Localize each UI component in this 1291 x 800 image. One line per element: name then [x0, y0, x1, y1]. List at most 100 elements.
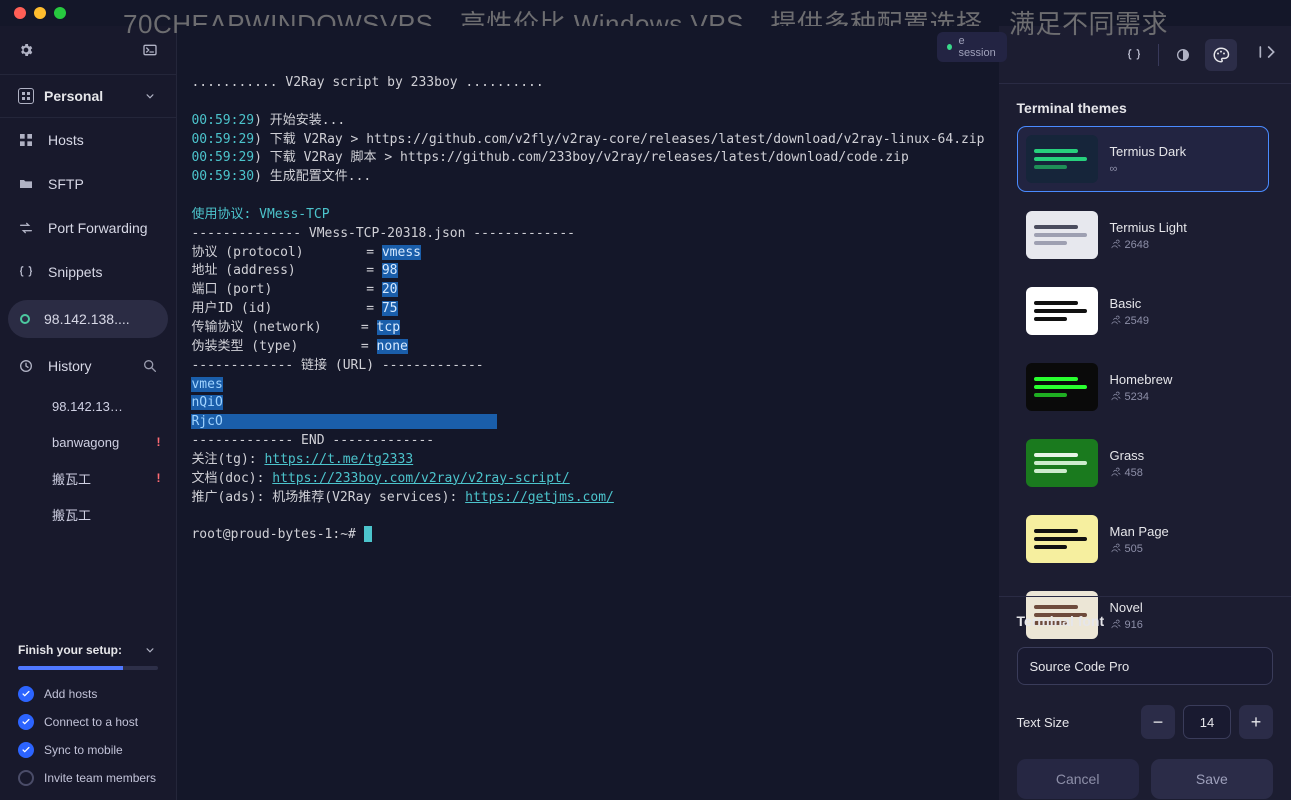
- nav-list: Hosts SFTP Port Forwarding Snippets 98.1…: [0, 118, 176, 532]
- nav-hosts[interactable]: Hosts: [0, 118, 176, 162]
- check-icon: [18, 686, 34, 702]
- theme-option[interactable]: Termius Dark ∞: [1017, 126, 1269, 192]
- status-dot-icon: [20, 314, 30, 324]
- circle-icon: [18, 770, 34, 786]
- snippets-panel-button[interactable]: [1118, 39, 1150, 71]
- setup-item[interactable]: Add hosts: [18, 680, 158, 708]
- theme-name: Grass: [1110, 448, 1145, 463]
- theme-name: Homebrew: [1110, 372, 1173, 387]
- theme-name: Termius Dark: [1110, 144, 1187, 159]
- text-size-stepper: − 14 +: [1141, 705, 1273, 739]
- workspace-selector[interactable]: Personal: [0, 74, 176, 118]
- size-value[interactable]: 14: [1183, 705, 1231, 739]
- font-title: Terminal font: [1017, 613, 1273, 629]
- grid-icon: [18, 132, 34, 148]
- warning-icon: !: [156, 471, 160, 485]
- setup-item[interactable]: Invite team members: [18, 764, 158, 792]
- nav-active-session[interactable]: 98.142.138....: [8, 300, 168, 338]
- theme-option[interactable]: Grass 458: [1017, 430, 1269, 496]
- chevron-down-icon[interactable]: [142, 642, 158, 658]
- nav-label: Port Forwarding: [48, 220, 158, 236]
- terminal-output: ........... V2Ray script by 233boy .....…: [177, 26, 998, 545]
- zoom-window-icon[interactable]: [54, 7, 66, 19]
- clock-icon: [18, 358, 34, 374]
- nav-label: History: [48, 358, 128, 374]
- theme-thumbnail: [1026, 515, 1098, 563]
- setup-item[interactable]: Sync to mobile: [18, 736, 158, 764]
- nav-sftp[interactable]: SFTP: [0, 162, 176, 206]
- nav-label: Snippets: [48, 264, 158, 280]
- theme-option[interactable]: Basic 2549: [1017, 278, 1269, 344]
- setup-item[interactable]: Connect to a host: [18, 708, 158, 736]
- theme-usage: 458: [1110, 467, 1145, 479]
- setup-item-label: Sync to mobile: [44, 743, 123, 757]
- status-dot-icon: [947, 44, 952, 50]
- nav-snippets[interactable]: Snippets: [0, 250, 176, 294]
- history-item[interactable]: 搬瓦工: [0, 496, 176, 532]
- decrease-button[interactable]: −: [1141, 705, 1175, 739]
- setup-title: Finish your setup:: [18, 643, 122, 657]
- check-icon: [18, 714, 34, 730]
- history-item[interactable]: 98.142.13…: [0, 388, 176, 424]
- theme-option[interactable]: Man Page 505: [1017, 506, 1269, 572]
- palette-button[interactable]: [1205, 39, 1237, 71]
- link[interactable]: https://233boy.com/v2ray/v2ray-script/: [272, 471, 569, 486]
- increase-button[interactable]: +: [1239, 705, 1273, 739]
- theme-usage: 2549: [1110, 315, 1149, 327]
- themes-title: Terminal themes: [1017, 100, 1273, 116]
- divider: [1158, 44, 1159, 66]
- braces-icon: [18, 264, 34, 280]
- workspace-name: Personal: [44, 88, 132, 104]
- new-terminal-icon[interactable]: [142, 42, 158, 58]
- minimize-window-icon[interactable]: [34, 7, 46, 19]
- folder-icon: [18, 176, 34, 192]
- history-item[interactable]: banwagong!: [0, 424, 176, 460]
- nav-label: SFTP: [48, 176, 158, 192]
- link[interactable]: https://getjms.com/: [465, 490, 614, 505]
- session-label: 搬瓦工: [52, 469, 91, 488]
- setup-progress: [18, 666, 158, 670]
- theme-thumbnail: [1026, 363, 1098, 411]
- theme-option[interactable]: Termius Light 2648: [1017, 202, 1269, 268]
- gear-icon[interactable]: [18, 42, 34, 58]
- terminal-tab[interactable]: e session: [937, 32, 1006, 62]
- theme-thumbnail: [1026, 135, 1098, 183]
- nav-history[interactable]: History: [0, 344, 176, 388]
- session-label: banwagong: [52, 435, 119, 450]
- session-ip: 98.142.138....: [44, 311, 156, 327]
- font-select[interactable]: [1017, 647, 1273, 685]
- theme-name: Man Page: [1110, 524, 1169, 539]
- setup-item-label: Invite team members: [44, 771, 156, 785]
- search-icon[interactable]: [142, 358, 158, 374]
- collapse-panel-icon[interactable]: [1257, 42, 1277, 67]
- theme-option[interactable]: Homebrew 5234: [1017, 354, 1269, 420]
- theme-usage: 505: [1110, 543, 1169, 555]
- check-icon: [18, 742, 34, 758]
- nav-port-forwarding[interactable]: Port Forwarding: [0, 206, 176, 250]
- workspace-icon: [18, 88, 34, 104]
- close-window-icon[interactable]: [14, 7, 26, 19]
- window-titlebar: [0, 0, 1291, 26]
- history-item[interactable]: 搬瓦工!: [0, 460, 176, 496]
- theme-name: Termius Light: [1110, 220, 1187, 235]
- theme-thumbnail: [1026, 287, 1098, 335]
- terminal-pane[interactable]: e session ........... V2Ray script by 23…: [177, 26, 998, 800]
- setup-item-label: Connect to a host: [44, 715, 138, 729]
- nav-label: Hosts: [48, 132, 158, 148]
- link[interactable]: https://t.me/tg2333: [264, 452, 413, 467]
- setup-section: Finish your setup: Add hosts Connect to a…: [0, 628, 176, 800]
- chevron-down-icon: [142, 88, 158, 104]
- tab-label: e session: [958, 35, 996, 59]
- setup-item-label: Add hosts: [44, 687, 97, 701]
- save-button[interactable]: Save: [1151, 759, 1273, 799]
- arrows-icon: [18, 220, 34, 236]
- session-label: 98.142.13…: [52, 399, 123, 414]
- contrast-button[interactable]: [1167, 39, 1199, 71]
- theme-panel: Terminal themes Termius Dark ∞ Termius L…: [999, 26, 1291, 800]
- theme-thumbnail: [1026, 211, 1098, 259]
- cancel-button[interactable]: Cancel: [1017, 759, 1139, 799]
- theme-usage: ∞: [1110, 163, 1187, 175]
- sidebar: Personal Hosts SFTP Port Forwarding Snip…: [0, 26, 177, 800]
- theme-thumbnail: [1026, 439, 1098, 487]
- theme-usage: 2648: [1110, 239, 1187, 251]
